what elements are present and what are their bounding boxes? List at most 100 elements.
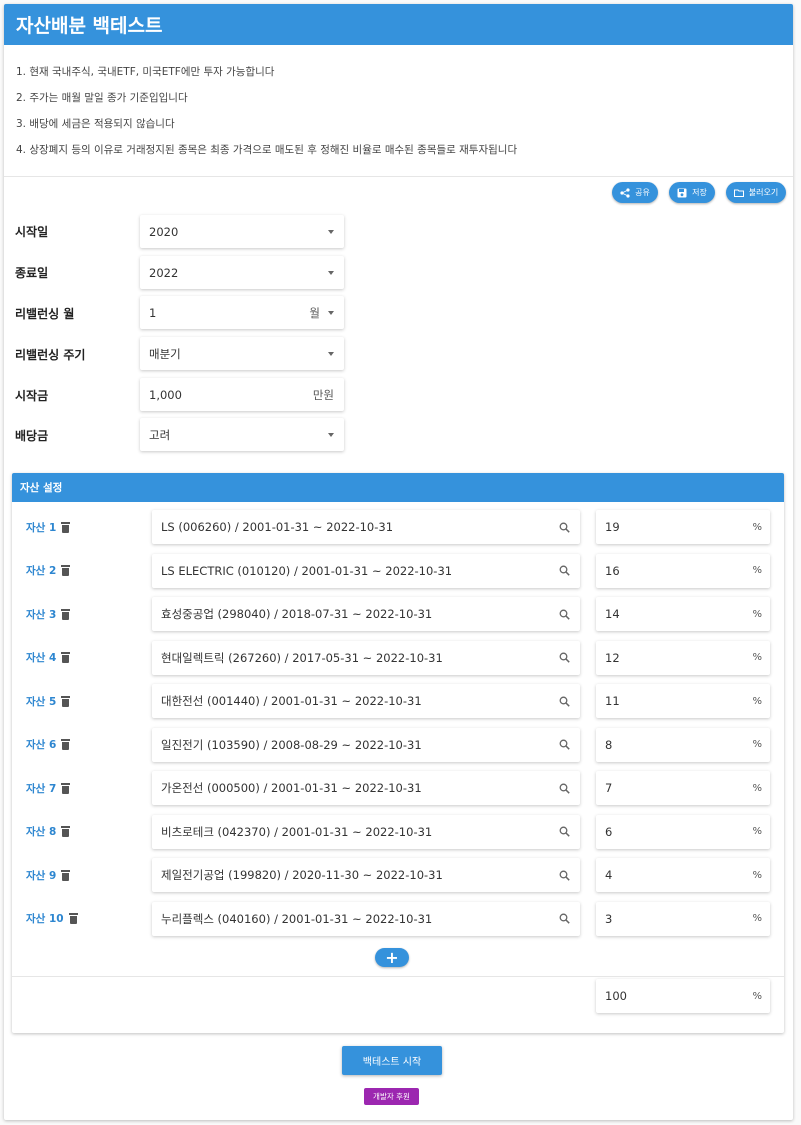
search-icon[interactable]: [559, 826, 570, 837]
search-icon[interactable]: [559, 609, 570, 620]
search-icon[interactable]: [559, 870, 570, 881]
stock-search-field[interactable]: 가온전선 (000500) / 2001-01-31 ~ 2022-10-31: [152, 771, 580, 805]
stock-search-field[interactable]: LS (006260) / 2001-01-31 ~ 2022-10-31: [152, 510, 580, 544]
search-icon[interactable]: [559, 739, 570, 750]
stock-value: 현대일렉트릭 (267260) / 2017-05-31 ~ 2022-10-3…: [161, 650, 443, 665]
end-date-label: 종료일: [15, 266, 49, 280]
rebalance-month-label: 리밸런싱 월: [15, 307, 75, 321]
asset-settings-panel: 자산 설정 자산 1 LS (006260) / 2001-01-31 ~ 202…: [12, 473, 784, 1033]
amount-unit: 만원: [312, 387, 334, 402]
asset-row: 자산 4 현대일렉트릭 (267260) / 2017-05-31 ~ 2022-…: [12, 640, 784, 675]
weight-input[interactable]: 3%: [596, 901, 770, 936]
sponsor-button[interactable]: 개발자 후원: [364, 1088, 419, 1105]
search-icon[interactable]: [559, 522, 570, 533]
search-icon[interactable]: [559, 913, 570, 924]
asset-row: 자산 5 대한전선 (001440) / 2001-01-31 ~ 2022-10…: [12, 684, 784, 718]
share-button[interactable]: 공유: [612, 182, 658, 203]
dividend-select[interactable]: 고려: [140, 418, 344, 451]
trash-icon[interactable]: [61, 869, 71, 881]
trash-icon[interactable]: [61, 652, 71, 663]
dividend-label: 배당금: [15, 429, 49, 443]
weight-input[interactable]: 8%: [596, 727, 770, 762]
search-icon[interactable]: [559, 565, 570, 576]
stock-value: LS (006260) / 2001-01-31 ~ 2022-10-31: [161, 520, 394, 534]
asset-label: 자산 7: [26, 771, 71, 805]
stock-search-field[interactable]: LS ELECTRIC (010120) / 2001-01-31 ~ 2022…: [152, 553, 580, 588]
save-button[interactable]: 저장: [669, 182, 715, 203]
total-row: 100 %: [12, 979, 784, 1013]
trash-icon[interactable]: [61, 521, 71, 533]
note-item: 2. 주가는 매월 말일 종가 기준입입니다: [16, 92, 188, 104]
stock-search-field[interactable]: 효성중공업 (298040) / 2018-07-31 ~ 2022-10-31: [152, 597, 580, 631]
stock-search-field[interactable]: 현대일렉트릭 (267260) / 2017-05-31 ~ 2022-10-3…: [152, 640, 580, 675]
search-icon[interactable]: [559, 783, 570, 794]
weight-input[interactable]: 14%: [596, 597, 770, 631]
asset-name: 자산 5: [26, 695, 57, 708]
percent-sign: %: [752, 869, 762, 881]
trash-icon[interactable]: [68, 913, 78, 924]
chevron-down-icon: [328, 351, 334, 356]
trash-icon[interactable]: [61, 608, 71, 620]
month-suffix: 월: [309, 305, 320, 320]
stock-search-field[interactable]: 누리플렉스 (040160) / 2001-01-31 ~ 2022-10-31: [152, 901, 580, 936]
weight-input[interactable]: 12%: [596, 640, 770, 675]
weight-input[interactable]: 6%: [596, 814, 770, 849]
asset-label: 자산 6: [26, 728, 71, 762]
asset-name: 자산 10: [26, 913, 64, 925]
rebalance-period-select[interactable]: 매분기: [140, 337, 344, 370]
asset-label: 자산 8: [26, 815, 71, 849]
asset-name: 자산 1: [26, 521, 57, 534]
stock-value: 일진전기 (103590) / 2008-08-29 ~ 2022-10-31: [161, 737, 422, 752]
weight-input[interactable]: 19%: [596, 510, 770, 544]
asset-settings-header: 자산 설정: [12, 473, 784, 502]
rebalance-period-value: 매분기: [149, 346, 181, 361]
weight-value: 6: [605, 824, 613, 839]
add-asset-button[interactable]: +: [375, 948, 409, 967]
initial-amount-input[interactable]: 1,000 만원: [140, 378, 344, 411]
asset-row: 자산 8 비츠로테크 (042370) / 2001-01-31 ~ 2022-1…: [12, 814, 784, 849]
asset-row: 자산 2 LS ELECTRIC (010120) / 2001-01-31 ~ …: [12, 553, 784, 588]
start-backtest-button[interactable]: 백테스트 시작: [342, 1046, 442, 1075]
weight-input[interactable]: 4%: [596, 858, 770, 892]
weight-input[interactable]: 7%: [596, 771, 770, 805]
trash-icon[interactable]: [61, 695, 71, 707]
percent-sign: %: [752, 652, 762, 663]
asset-row: 자산 6 일진전기 (103590) / 2008-08-29 ~ 2022-10…: [12, 727, 784, 762]
stock-search-field[interactable]: 비츠로테크 (042370) / 2001-01-31 ~ 2022-10-31: [152, 814, 580, 849]
stock-value: 가온전선 (000500) / 2001-01-31 ~ 2022-10-31: [161, 781, 422, 795]
trash-icon[interactable]: [61, 739, 71, 750]
trash-icon[interactable]: [61, 782, 71, 794]
trash-icon[interactable]: [61, 565, 71, 576]
asset-label: 자산 10: [26, 902, 78, 936]
weight-input[interactable]: 11%: [596, 684, 770, 718]
weight-value: 3: [605, 911, 613, 926]
stock-search-field[interactable]: 대한전선 (001440) / 2001-01-31 ~ 2022-10-31: [152, 684, 580, 718]
search-icon[interactable]: [559, 652, 570, 663]
stock-search-field[interactable]: 제일전기공업 (199820) / 2020-11-30 ~ 2022-10-3…: [152, 858, 580, 892]
asset-name: 자산 8: [26, 826, 57, 838]
load-button[interactable]: 불러오기: [726, 182, 786, 203]
search-icon[interactable]: [559, 696, 570, 707]
start-date-value: 2020: [149, 224, 179, 239]
asset-name: 자산 9: [26, 869, 57, 882]
end-date-select[interactable]: 2022: [140, 256, 344, 289]
notes-section: 1. 현재 국내주식, 국내ETF, 미국ETF에만 투자 가능합니다 2. 주…: [4, 45, 793, 177]
start-date-select[interactable]: 2020: [140, 215, 344, 248]
stock-value: 대한전선 (001440) / 2001-01-31 ~ 2022-10-31: [161, 694, 422, 708]
rebalance-month-value: 1: [149, 305, 157, 320]
weight-input[interactable]: 16%: [596, 553, 770, 588]
weight-value: 12: [605, 650, 620, 665]
stock-search-field[interactable]: 일진전기 (103590) / 2008-08-29 ~ 2022-10-31: [152, 727, 580, 762]
stock-value: 누리플렉스 (040160) / 2001-01-31 ~ 2022-10-31: [161, 911, 433, 926]
trash-icon[interactable]: [61, 826, 71, 837]
total-weight-value: 100: [605, 989, 627, 1003]
asset-row: 자산 3 효성중공업 (298040) / 2018-07-31 ~ 2022-1…: [12, 597, 784, 631]
folder-icon: [733, 189, 744, 197]
stock-value: LS ELECTRIC (010120) / 2001-01-31 ~ 2022…: [161, 563, 453, 578]
rebalance-month-select[interactable]: 1 월: [140, 296, 344, 329]
chevron-down-icon: [328, 432, 334, 437]
percent-sign: %: [752, 565, 762, 576]
initial-amount-value: 1,000: [149, 387, 182, 402]
note-item: 1. 현재 국내주식, 국내ETF, 미국ETF에만 투자 가능합니다: [16, 66, 275, 78]
load-label: 불러오기: [748, 188, 779, 197]
